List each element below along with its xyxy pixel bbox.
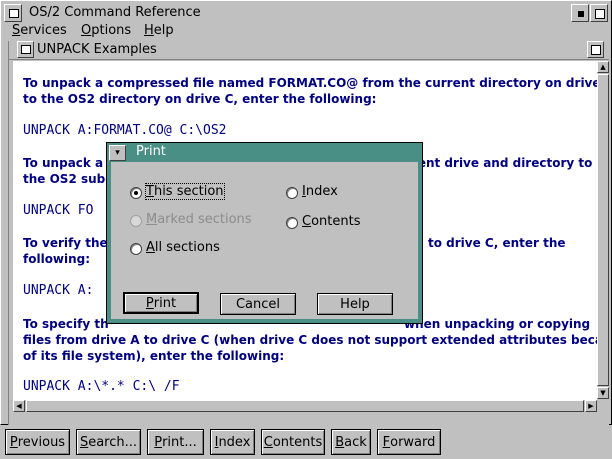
dialog-cancel-button[interactable]: Cancel [220, 293, 296, 315]
radio-marked-sections [130, 215, 142, 227]
paragraph-2-line-1-start: To unpack a [23, 156, 104, 170]
window-title: OS/2 Command Reference [29, 5, 201, 20]
radio-contents[interactable] [286, 217, 298, 229]
contents-button[interactable]: Contents [261, 429, 325, 455]
forward-button[interactable]: Forward [377, 429, 441, 455]
paragraph-4-line-2: files from drive A to drive C (when driv… [23, 333, 598, 347]
main-titlebar[interactable]: OS/2 Command Reference [3, 3, 609, 23]
scroll-down-icon[interactable]: ▼ [597, 387, 609, 399]
button-bar: Previous Search... Print... Index Conten… [0, 425, 612, 459]
vertical-scrollbar[interactable]: ▲ ▼ [597, 61, 609, 400]
search-button[interactable]: Search... [76, 429, 141, 455]
paragraph-3-line-1-end: to drive C, enter the [428, 236, 566, 250]
menu-bar: Services Options Help [3, 23, 609, 41]
print-dialog-title: Print [136, 144, 166, 159]
child-system-menu-icon[interactable] [17, 41, 34, 58]
paragraph-3-line-1-start: To verify the [23, 236, 108, 250]
label-marked-sections: Marked sections [146, 212, 252, 227]
code-example-2: UNPACK FO [23, 203, 94, 218]
system-menu-icon[interactable] [4, 4, 22, 22]
code-example-3: UNPACK A: [23, 283, 94, 298]
horizontal-scrollbar[interactable]: ◀ ▶ [13, 400, 597, 413]
code-example-4: UNPACK A:\*.* C:\ /F [23, 379, 180, 394]
back-button[interactable]: Back [331, 429, 371, 455]
menu-options[interactable]: Options [81, 23, 131, 38]
radio-index[interactable] [286, 187, 298, 199]
label-this-section[interactable]: This section [145, 183, 225, 200]
index-button[interactable]: Index [210, 429, 255, 455]
paragraph-4-line-3: of its file system), enter the following… [23, 349, 285, 363]
menu-services[interactable]: Services [12, 23, 67, 38]
menu-help[interactable]: Help [144, 23, 174, 38]
label-index[interactable]: Index [302, 184, 338, 199]
print-dialog-body: This section Marked sections All section… [111, 162, 418, 319]
child-maximize-icon[interactable] [587, 41, 604, 58]
code-example-1: UNPACK A:FORMAT.CO@ C:\OS2 [23, 123, 227, 138]
label-all-sections[interactable]: All sections [146, 240, 220, 255]
scroll-up-icon[interactable]: ▲ [597, 61, 609, 73]
maximize-icon[interactable] [590, 4, 608, 22]
dialog-help-button[interactable]: Help [317, 293, 393, 315]
label-contents[interactable]: Contents [302, 214, 360, 229]
child-titlebar[interactable]: UNPACK Examples [9, 41, 609, 60]
paragraph-4-line-1-end: when unpacking or copying [404, 317, 591, 331]
child-window-title: UNPACK Examples [37, 42, 157, 57]
dialog-print-button[interactable]: Print [123, 292, 199, 314]
vertical-scroll-thumb[interactable] [597, 74, 609, 386]
scroll-left-icon[interactable]: ◀ [13, 400, 25, 412]
print-button[interactable]: Print... [147, 429, 204, 455]
minimize-icon[interactable] [571, 4, 589, 22]
paragraph-3-line-2: following: [23, 252, 91, 266]
scroll-corner [597, 400, 609, 413]
paragraph-4-line-1-start: To specify th [23, 317, 109, 331]
paragraph-1-line-1: To unpack a compressed file named FORMAT… [23, 76, 598, 90]
radio-this-section[interactable] [130, 187, 142, 199]
paragraph-2-line-1-end: rrent drive and directory to [406, 156, 593, 170]
horizontal-scroll-thumb[interactable] [26, 400, 584, 412]
dialog-system-menu-icon[interactable]: ▾ [109, 145, 126, 161]
scroll-right-icon[interactable]: ▶ [585, 400, 597, 412]
previous-button[interactable]: Previous [5, 429, 70, 455]
paragraph-1-line-2: to the OS2 directory on drive C, enter t… [23, 92, 377, 106]
radio-all-sections[interactable] [130, 243, 142, 255]
paragraph-2-line-2: the OS2 subc [23, 172, 113, 186]
